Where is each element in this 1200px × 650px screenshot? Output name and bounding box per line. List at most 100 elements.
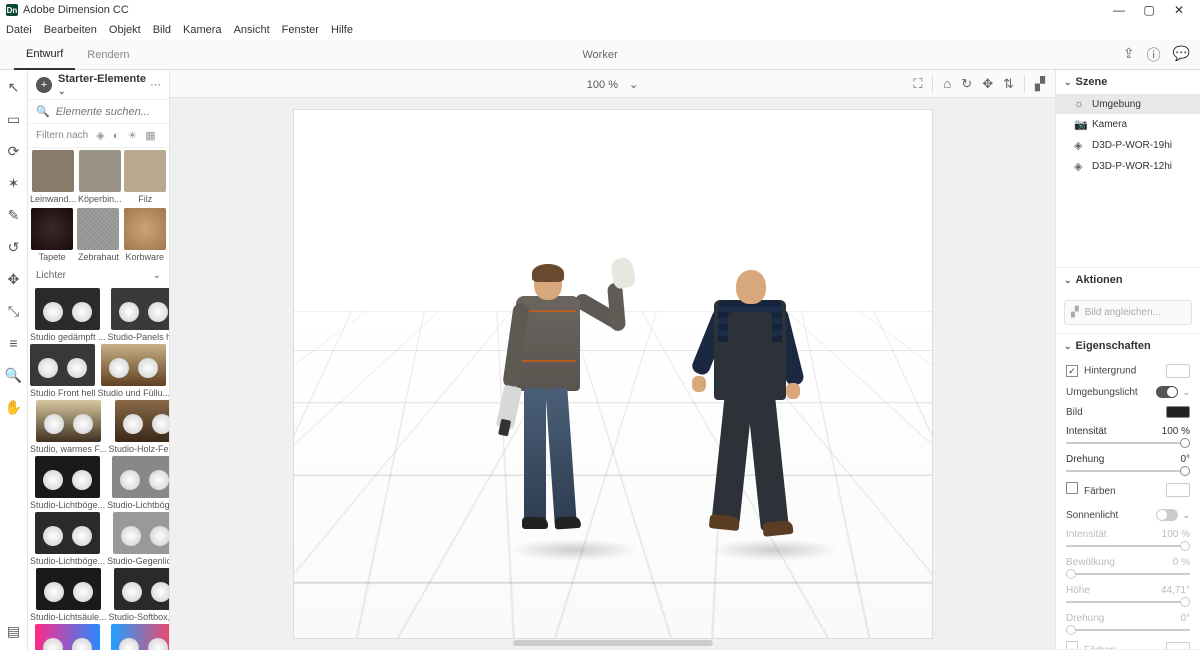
sunlight-toggle[interactable] [1156,509,1178,521]
minimize-button[interactable]: — [1104,3,1134,17]
menu-objekt[interactable]: Objekt [109,24,141,36]
light-item[interactable]: Studio-Softbox, 3... [109,568,169,622]
tab-design[interactable]: Entwurf [14,40,75,70]
light-item[interactable]: Studio-Lichtböge... [30,512,105,566]
render-preview-icon[interactable]: ▞ [1035,76,1045,92]
menu-bearbeiten[interactable]: Bearbeiten [44,24,97,36]
scene-item-object[interactable]: ◈D3D-P-WOR-12hi [1056,156,1200,177]
chevron-down-icon[interactable]: ⌄ [1182,510,1190,521]
light-item[interactable]: Studio, warmes F... [30,400,107,454]
filter-light-icon[interactable]: ☀ [127,129,137,142]
chevron-down-icon: ⌄ [153,270,161,281]
wand-tool[interactable]: ✶ [5,174,23,192]
align-tool[interactable]: ≡ [5,334,23,352]
move-tool[interactable]: ✥ [5,270,23,288]
env-image-thumb[interactable] [1166,406,1190,418]
material-item[interactable]: Tapete [30,208,74,262]
menu-fenster[interactable]: Fenster [282,24,319,36]
scene-item-environment[interactable]: ☼Umgebung [1056,94,1200,114]
scene-item-object[interactable]: ◈D3D-P-WOR-19hi [1056,135,1200,156]
help-icon[interactable]: ⓘ [1147,45,1161,65]
light-item[interactable]: Studio und Füllu... [98,344,169,398]
tab-render[interactable]: Rendern [75,40,141,70]
viewport[interactable] [170,98,1055,650]
zoom-dropdown[interactable]: 100 % ⌄ [587,76,638,92]
sun-icon: ☼ [1074,98,1086,110]
tint-checkbox[interactable] [1066,482,1078,494]
hand-tool[interactable]: ✋ [5,398,23,416]
rect-tool[interactable]: ▭ [5,110,23,128]
intensity-slider[interactable] [1066,442,1190,444]
bottom-tool[interactable]: ▤ [5,622,23,640]
match-image-icon: ▞ [1071,307,1079,318]
filter-image-icon[interactable]: ▦ [145,129,155,142]
material-item[interactable]: Leinwand... [30,150,76,204]
menu-bild[interactable]: Bild [153,24,171,36]
menu-hilfe[interactable]: Hilfe [331,24,353,36]
assets-title[interactable]: Starter-Elemente ⌄ [58,73,150,97]
light-item[interactable]: Studio-Lichtböge... [107,456,169,510]
material-item[interactable]: Köperbin... [78,150,122,204]
light-item[interactable]: Studio-Gegenlich... [107,512,169,566]
filter-cube-icon[interactable]: ◈ [96,129,104,142]
sun-tint-swatch [1166,642,1190,650]
envlight-toggle[interactable] [1156,386,1178,398]
actions-panel-header[interactable]: ⌄Aktionen [1056,268,1200,292]
orbit-tool[interactable]: ⟳ [5,142,23,160]
view-orbit-icon[interactable]: ↻ [961,76,972,92]
zoom-tool[interactable]: 🔍 [5,366,23,384]
background-checkbox[interactable]: ✓ [1066,365,1078,377]
light-item[interactable]: Studio-Farbbühn... [107,624,169,650]
scale-tool[interactable]: ⤡ [5,302,23,320]
canvas-area: 100 % ⌄ ⛶ ⌂ ↻ ✥ ⇅ ▞ [170,70,1055,650]
share-icon[interactable]: ⇪ [1123,45,1135,65]
light-item[interactable]: Studio Front hell [30,344,96,398]
background-color-swatch[interactable] [1166,364,1190,378]
light-item[interactable]: Studio-Holz-Fens... [109,400,169,454]
height-slider [1066,601,1190,603]
material-item[interactable]: Korbware [123,208,167,262]
assets-search[interactable]: 🔍 [28,100,169,124]
horizon-tool[interactable]: ↺ [5,238,23,256]
material-item[interactable]: Zebrahaut [76,208,120,262]
match-image-button[interactable]: ▞Bild angleichen... [1064,300,1192,325]
sampler-tool[interactable]: ✎ [5,206,23,224]
view-home-icon[interactable]: ⌂ [943,76,951,92]
feedback-icon[interactable]: 💬 [1173,45,1190,65]
light-item[interactable]: Studio-Farbbühn... [30,624,105,650]
tint-color-swatch[interactable] [1166,483,1190,497]
menu-datei[interactable]: Datei [6,24,32,36]
assets-menu-button[interactable]: ⋯ [150,78,161,91]
close-button[interactable]: ✕ [1164,3,1194,17]
app-logo: Dn [6,4,18,16]
frame-icon[interactable]: ⛶ [913,76,922,92]
menu-kamera[interactable]: Kamera [183,24,222,36]
light-item[interactable]: Studio gedämpft ... [30,288,106,342]
menu-ansicht[interactable]: Ansicht [234,24,270,36]
light-item[interactable]: Studio-Lichtsäule... [30,568,107,622]
filter-material-icon[interactable]: ◐ [113,130,120,142]
rotation-slider[interactable] [1066,470,1190,472]
lights-section-header[interactable]: Lichter⌄ [28,264,169,287]
app-title: Adobe Dimension CC [23,4,1104,16]
scene-item-camera[interactable]: 📷Kamera [1056,114,1200,135]
material-item[interactable]: Filz [124,150,167,204]
search-input[interactable] [56,106,170,118]
light-item[interactable]: Studio-Panels hell [108,288,169,342]
select-tool[interactable]: ↖ [5,78,23,96]
worker-figure-1[interactable] [494,268,604,558]
chevron-down-icon[interactable]: ⌄ [1182,387,1190,398]
light-item[interactable]: Studio-Lichtböge... [30,456,105,510]
horizontal-scrollbar[interactable] [513,640,713,646]
maximize-button[interactable]: ▢ [1134,3,1164,17]
add-asset-button[interactable]: + [36,77,52,93]
view-pan-icon[interactable]: ✥ [982,76,993,92]
scene-panel-header[interactable]: ⌄Szene [1056,70,1200,94]
properties-panel-header[interactable]: ⌄Eigenschaften [1056,334,1200,358]
worker-figure-2[interactable] [694,268,804,558]
object-icon: ◈ [1074,160,1086,173]
cloud-slider [1066,573,1190,575]
view-dolly-icon[interactable]: ⇅ [1003,76,1014,92]
sun-intensity-slider [1066,545,1190,547]
tab-bar: Entwurf Rendern Worker ⇪ ⓘ 💬 [0,40,1200,70]
